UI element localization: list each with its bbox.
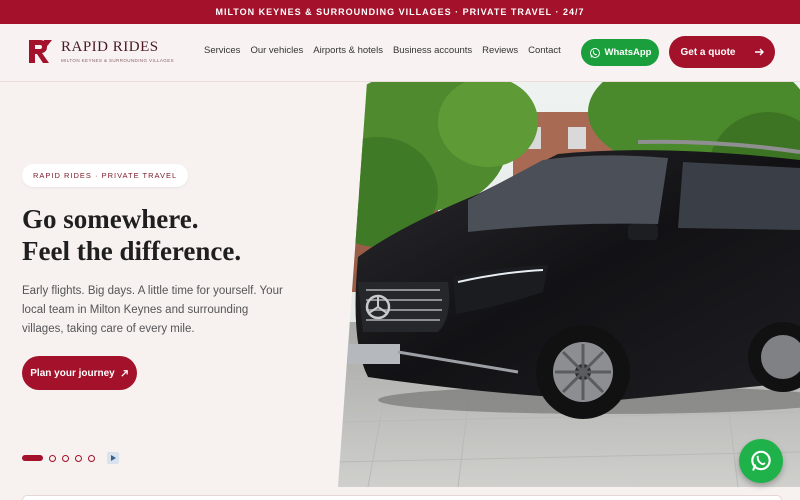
plan-journey-label: Plan your journey bbox=[30, 367, 115, 379]
whatsapp-icon bbox=[751, 450, 771, 471]
arrow-right-icon bbox=[754, 48, 764, 56]
arrow-up-right-icon bbox=[121, 369, 128, 377]
site-header: RAPID RIDES MILTON KEYNES & SURROUNDING … bbox=[0, 24, 800, 82]
play-icon[interactable] bbox=[107, 452, 119, 464]
booking-card bbox=[22, 495, 782, 500]
plan-journey-button[interactable]: Plan your journey bbox=[22, 356, 137, 390]
get-quote-label: Get a quote bbox=[680, 46, 736, 58]
hero-van-image bbox=[338, 82, 800, 487]
brand-logo[interactable]: RAPID RIDES MILTON KEYNES & SURROUNDING … bbox=[27, 37, 174, 65]
get-quote-button[interactable]: Get a quote bbox=[669, 36, 775, 68]
nav-airports-hotels[interactable]: Airports & hotels bbox=[313, 45, 383, 56]
carousel-indicators bbox=[22, 452, 119, 464]
hero-headline-line-1: Go somewhere. bbox=[22, 204, 199, 234]
hero-headline: Go somewhere. Feel the difference. bbox=[22, 203, 241, 267]
nav-business-accounts[interactable]: Business accounts bbox=[393, 45, 472, 56]
hero-headline-line-2: Feel the difference. bbox=[22, 236, 242, 266]
whatsapp-icon bbox=[589, 47, 600, 58]
carousel-dot-3[interactable] bbox=[62, 454, 69, 462]
hero-content: RAPID RIDES · PRIVATE TRAVEL Go somewher… bbox=[0, 82, 370, 500]
hero-eyebrow-badge: RAPID RIDES · PRIVATE TRAVEL bbox=[22, 164, 189, 187]
announcement-text: MILTON KEYNES & SURROUNDING VILLAGES · P… bbox=[215, 7, 585, 17]
nav-our-vehicles[interactable]: Our vehicles bbox=[250, 45, 303, 56]
brand-name: RAPID RIDES bbox=[61, 39, 159, 55]
van-photo bbox=[338, 82, 800, 487]
hero-description: Early flights. Big days. A little time f… bbox=[22, 285, 283, 335]
announcement-bar: MILTON KEYNES & SURROUNDING VILLAGES · P… bbox=[0, 0, 800, 24]
brand-tagline: MILTON KEYNES & SURROUNDING VILLAGES bbox=[61, 58, 175, 63]
carousel-dot-4[interactable] bbox=[75, 454, 82, 462]
whatsapp-float-button[interactable] bbox=[739, 439, 783, 483]
nav-reviews[interactable]: Reviews bbox=[482, 45, 518, 56]
main-nav: Services Our vehicles Airports & hotels … bbox=[204, 45, 561, 56]
nav-services[interactable]: Services bbox=[204, 45, 240, 56]
carousel-dot-1[interactable] bbox=[22, 455, 43, 461]
whatsapp-button-label: WhatsApp bbox=[604, 47, 652, 58]
nav-contact[interactable]: Contact bbox=[528, 45, 561, 56]
carousel-dot-2[interactable] bbox=[49, 454, 56, 462]
logo-mark-icon bbox=[29, 40, 52, 63]
carousel-dot-5[interactable] bbox=[88, 454, 95, 462]
whatsapp-button[interactable]: WhatsApp bbox=[581, 39, 659, 66]
